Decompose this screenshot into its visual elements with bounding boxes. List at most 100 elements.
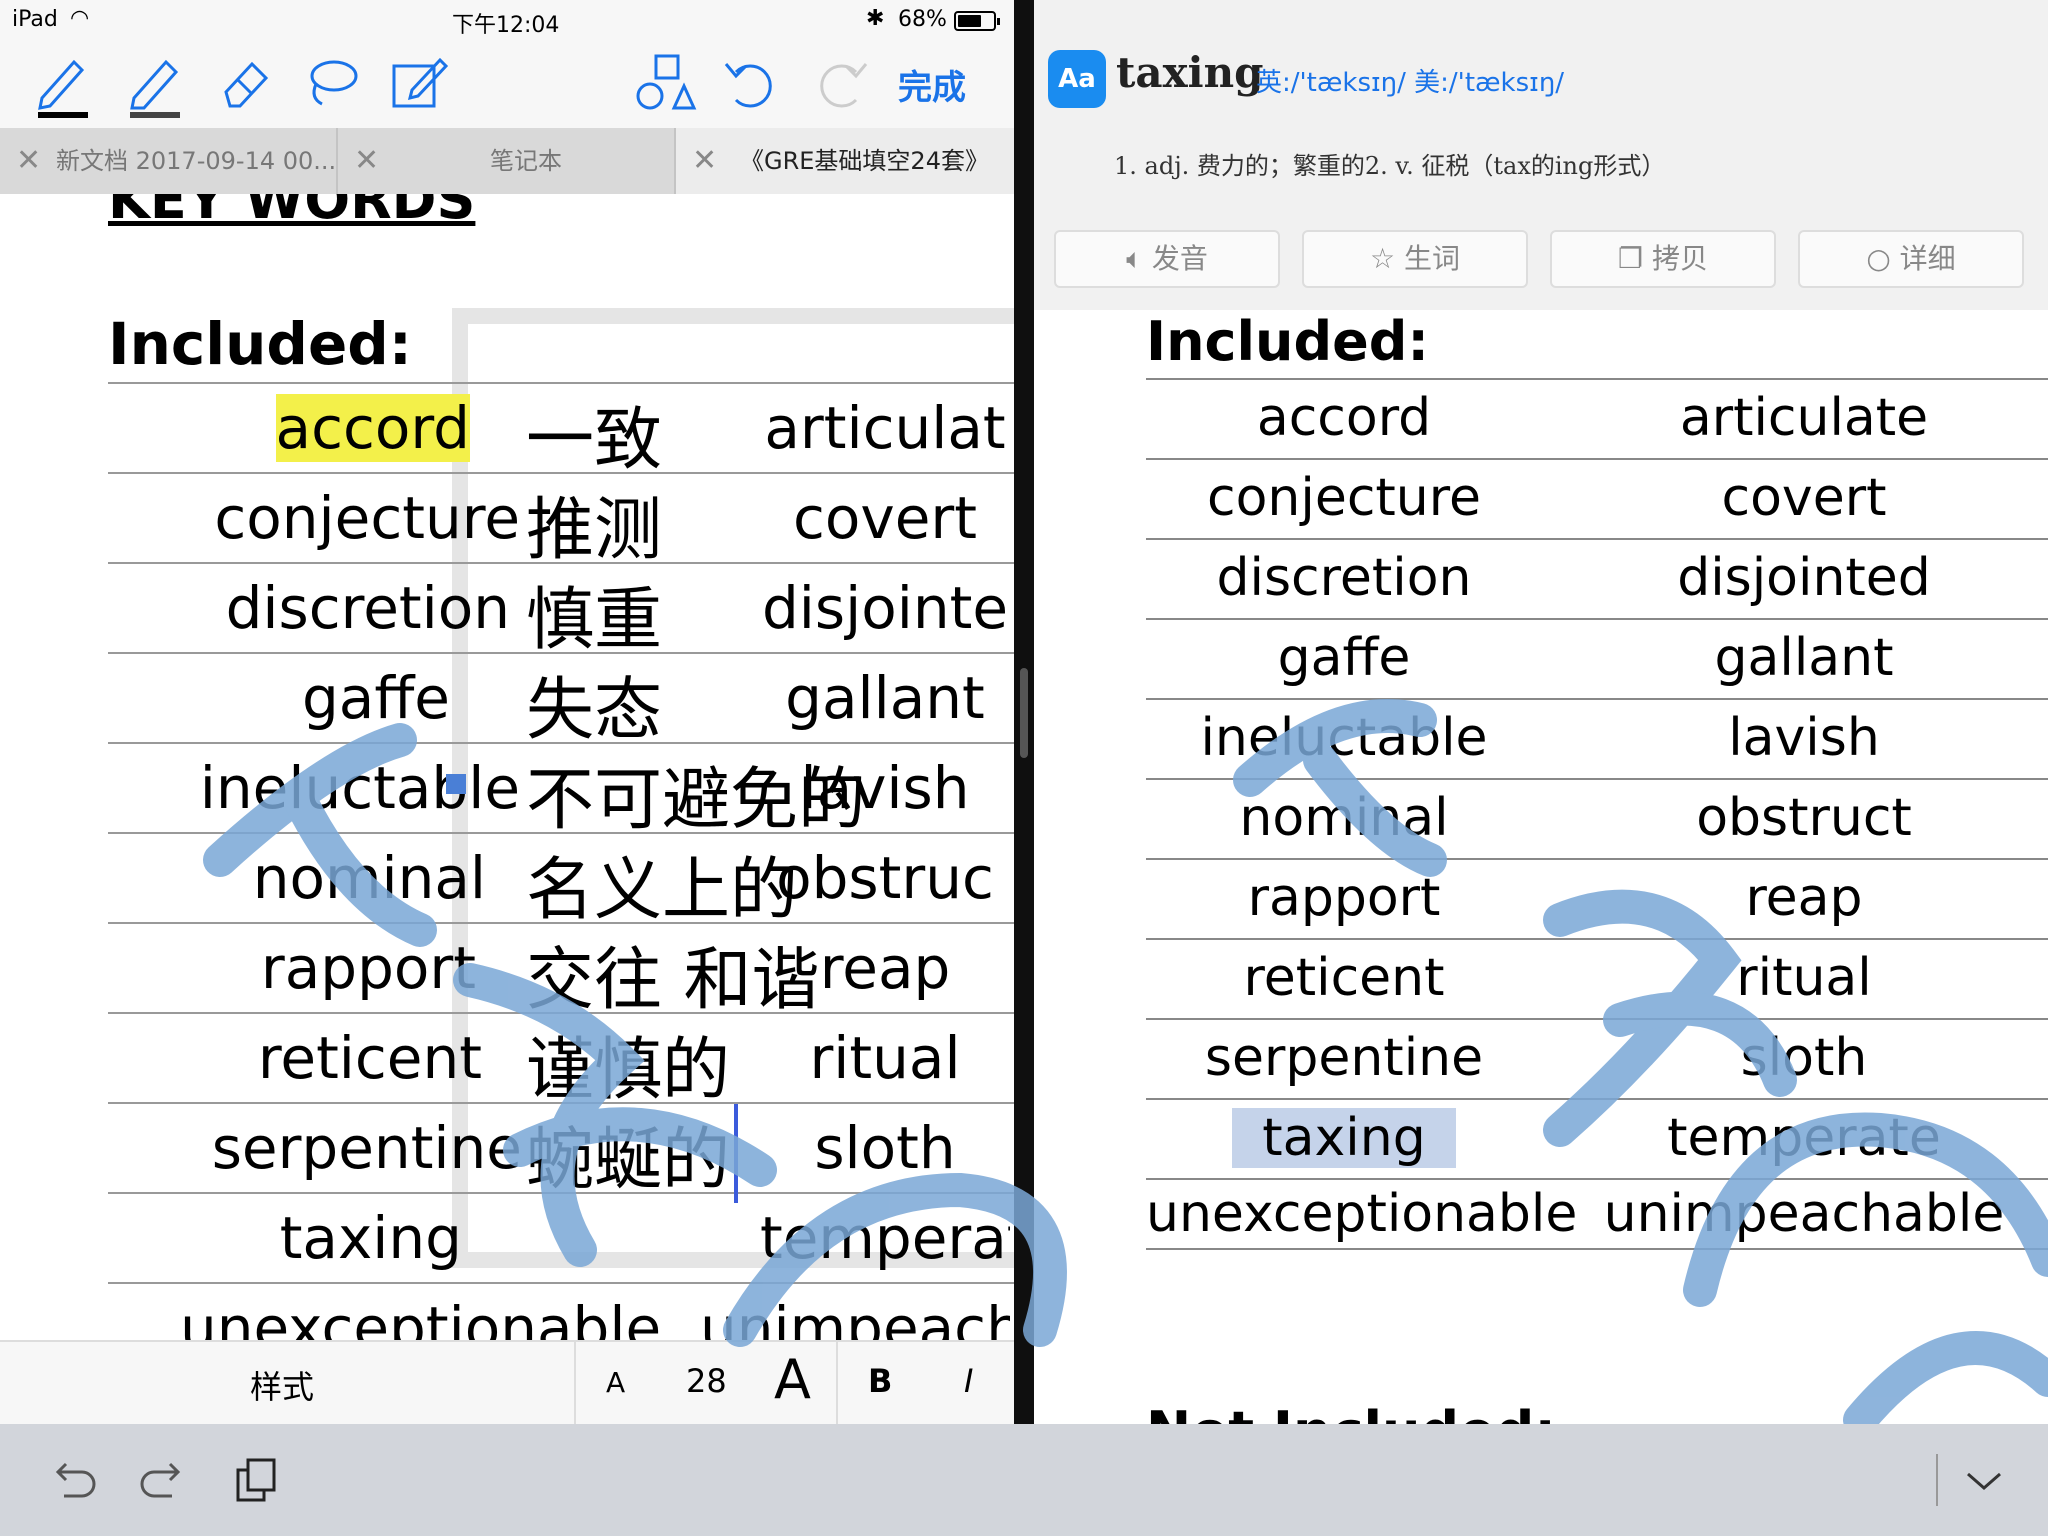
close-icon[interactable]: ✕ xyxy=(16,128,41,194)
battery-icon xyxy=(954,11,1000,31)
list-item: 推测 xyxy=(526,491,663,570)
tab-notebook[interactable]: ✕ 笔记本 xyxy=(338,128,674,194)
not-included-heading: Not Included: xyxy=(1146,1400,1556,1424)
right-document-view[interactable]: Included: accord articulate conjecture c… xyxy=(1034,310,2048,1424)
divider-grip[interactable] xyxy=(1020,668,1028,758)
list-item: lavish xyxy=(1728,708,1880,768)
dictionary-app-icon: Aa xyxy=(1048,50,1106,108)
add-word-button[interactable]: ☆ 生词 xyxy=(1302,230,1528,288)
battery-percent: 68% xyxy=(898,7,947,32)
list-item: unexceptionable xyxy=(180,1294,662,1340)
clock: 下午12:04 xyxy=(452,13,560,38)
status-bar: iPad ◠ 下午12:04 ✱ 68% xyxy=(0,0,1014,40)
list-item: ritual xyxy=(1736,948,1872,1008)
list-item: discretion xyxy=(225,574,510,642)
split-view-divider[interactable] xyxy=(1014,0,1034,1424)
list-item: serpentine xyxy=(1204,1028,1484,1088)
list-item: rapport xyxy=(1247,868,1441,928)
list-item: disjointed xyxy=(1677,548,1931,608)
lasso-icon[interactable] xyxy=(296,48,366,118)
list-item: obstruc xyxy=(776,844,994,912)
document-tabs: ✕ 新文档 2017-09-14 00... ✕ 笔记本 ✕ 《GRE基础填空2… xyxy=(0,128,1014,194)
selection-handle[interactable] xyxy=(446,774,466,794)
speaker-icon: 🔈︎ xyxy=(1126,242,1143,275)
undo-icon[interactable] xyxy=(716,48,786,118)
list-item: 失态 xyxy=(526,671,663,750)
list-item: gallant xyxy=(1714,628,1894,688)
eraser-icon[interactable] xyxy=(210,48,280,118)
undo-icon[interactable] xyxy=(44,1452,100,1508)
list-item: rapport xyxy=(260,934,476,1002)
list-item: accord xyxy=(275,394,470,462)
list-item: gaffe xyxy=(301,664,450,732)
close-icon[interactable]: ✕ xyxy=(354,128,379,194)
list-item: nominal xyxy=(252,844,486,912)
list-item: nominal xyxy=(1239,788,1449,848)
close-icon[interactable]: ✕ xyxy=(692,128,717,194)
done-button[interactable]: 完成 xyxy=(898,60,966,109)
list-item: temperate xyxy=(1667,1108,1941,1168)
list-item: 蜿蜒的 xyxy=(526,1104,739,1203)
dictionary-definition: 1. adj. 费力的；繁重的2. v. 征税（tax的ing形式） xyxy=(1114,152,1666,180)
copy-button[interactable]: ❐ 拷贝 xyxy=(1550,230,1776,288)
bold-button[interactable]: B xyxy=(868,1362,892,1400)
list-item: ineluctable xyxy=(1200,708,1488,768)
pronounce-button[interactable]: 🔈︎ 发音 xyxy=(1054,230,1280,288)
left-document-canvas[interactable]: KEY WORDS Included: accord 一致 articulat … xyxy=(0,194,1014,1340)
increase-font-button[interactable]: A xyxy=(774,1348,811,1411)
list-item: ritual xyxy=(809,1024,961,1092)
list-item: unexceptionable xyxy=(1146,1184,1578,1244)
list-item: articulat xyxy=(764,394,1006,462)
list-item: accord xyxy=(1256,388,1432,448)
dictionary-phonetic: 英:/'tæksɪŋ/ 美:/'tæksɪŋ/ xyxy=(1256,68,1565,98)
text-edit-icon[interactable] xyxy=(384,48,454,118)
list-item: covert xyxy=(1721,468,1887,528)
pen-icon[interactable] xyxy=(28,48,98,118)
list-item: covert xyxy=(793,484,977,552)
wifi-icon: ◠ xyxy=(70,6,90,31)
list-item: reap xyxy=(819,934,951,1002)
list-item: unimpeach xyxy=(700,1294,1010,1340)
list-item: obstruct xyxy=(1696,788,1912,848)
list-item: reap xyxy=(1745,868,1863,928)
included-heading: Included: xyxy=(1146,310,1430,373)
shapes-icon[interactable] xyxy=(630,48,700,118)
list-item: unimpeachable xyxy=(1603,1184,2005,1244)
italic-button[interactable]: I xyxy=(964,1362,973,1400)
list-item: conjecture xyxy=(1207,468,1481,528)
list-item: discretion xyxy=(1216,548,1472,608)
list-item: 一致 xyxy=(526,401,663,480)
list-item[interactable]: taxing xyxy=(1146,1108,1542,1168)
decrease-font-button[interactable]: A xyxy=(606,1366,625,1399)
style-button[interactable]: 样式 xyxy=(250,1362,314,1408)
carrier-label: iPad xyxy=(12,7,58,32)
list-item: reticent xyxy=(257,1024,482,1092)
list-item: 名义上的 xyxy=(526,851,799,930)
bluetooth-icon: ✱ xyxy=(866,6,885,31)
included-heading: Included: xyxy=(108,310,412,378)
list-item: 慎重 xyxy=(526,581,663,660)
list-item: disjointe xyxy=(761,574,1009,642)
list-item: sloth xyxy=(1740,1028,1868,1088)
list-item: articulate xyxy=(1679,388,1929,448)
format-bar: 样式 A 28 A B I xyxy=(0,1340,1014,1426)
redo-icon[interactable] xyxy=(136,1452,192,1508)
copy-icon: ❐ xyxy=(1617,242,1644,275)
list-item: gaffe xyxy=(1277,628,1411,688)
redo-icon[interactable] xyxy=(806,48,876,118)
details-button[interactable]: ○ 详细 xyxy=(1798,230,2024,288)
keyboard-shortcut-bar xyxy=(0,1424,2048,1536)
font-size-value[interactable]: 28 xyxy=(686,1362,727,1400)
clipboard-icon[interactable] xyxy=(228,1452,284,1508)
dictionary-word: taxing xyxy=(1116,48,1264,97)
star-icon: ☆ xyxy=(1369,242,1396,275)
tab-new-document[interactable]: ✕ 新文档 2017-09-14 00... xyxy=(0,128,336,194)
list-item: taxing xyxy=(279,1204,462,1272)
tab-gre-book[interactable]: ✕ 《GRE基础填空24套》 xyxy=(676,128,1014,194)
list-item: serpentine xyxy=(211,1114,522,1182)
selected-word[interactable]: taxing xyxy=(1232,1108,1456,1168)
highlighter-icon[interactable] xyxy=(120,48,190,118)
list-item: temperat xyxy=(760,1204,1010,1272)
chevron-down-icon[interactable] xyxy=(1956,1452,2012,1508)
list-item: sloth xyxy=(814,1114,956,1182)
